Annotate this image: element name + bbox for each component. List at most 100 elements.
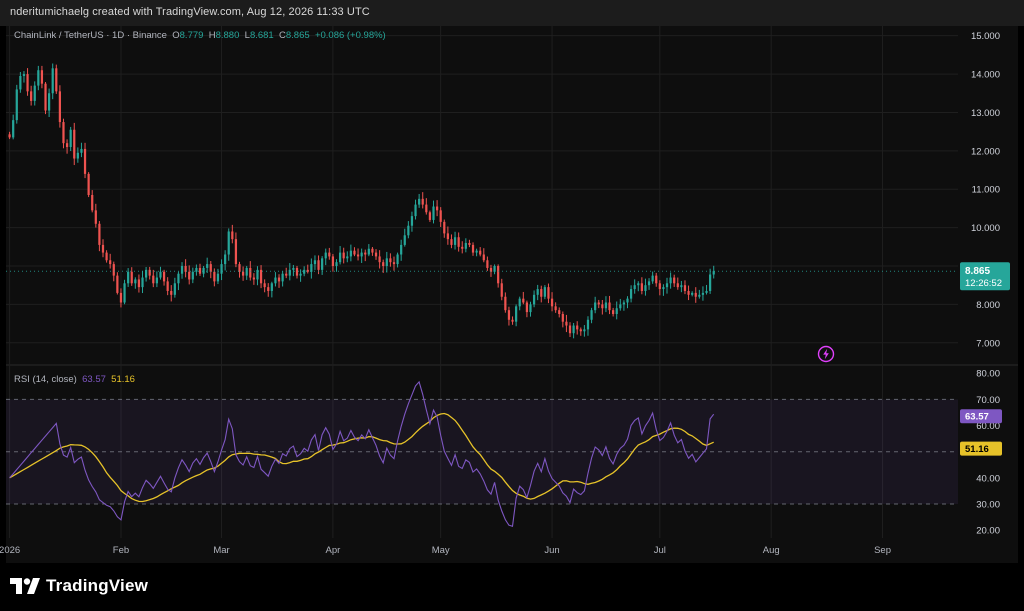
candle-body — [709, 274, 712, 291]
candle-body — [608, 302, 611, 311]
tradingview-logo-icon — [10, 578, 40, 594]
x-tick-label: Aug — [763, 545, 780, 556]
candle-body — [234, 239, 238, 265]
candle-body — [180, 266, 184, 274]
candle-body — [162, 271, 166, 282]
candle-body — [515, 306, 518, 322]
x-tick-label: Jul — [654, 545, 666, 556]
candle-body — [583, 329, 586, 332]
candle-body — [450, 239, 453, 245]
candle-body — [665, 283, 669, 288]
candle-body — [374, 252, 378, 257]
candle-body — [119, 292, 123, 303]
candle-body — [586, 319, 590, 330]
candle-body — [475, 250, 478, 253]
candle-body — [486, 260, 489, 268]
candle-body — [633, 285, 636, 290]
candle-body — [152, 275, 155, 284]
candle-body — [622, 302, 626, 305]
chart-svg[interactable]: 2026 Feb Mar Apr May Jun Jul Aug Sep 15.000 14.000… — [0, 0, 1024, 563]
candle-body — [619, 304, 622, 309]
candle-body — [500, 283, 503, 297]
candle-body — [303, 269, 306, 274]
candle-body — [65, 143, 69, 148]
low-value: 8.681 — [249, 30, 274, 41]
candle-body — [55, 68, 58, 92]
candle-body — [73, 129, 76, 159]
candle-body — [335, 262, 338, 267]
candle-body — [310, 264, 313, 272]
candle-body — [694, 292, 697, 297]
candle-body — [109, 260, 112, 265]
rsi-label[interactable]: RSI (14, close) — [14, 374, 77, 385]
open-label: O — [172, 30, 180, 41]
candle-body — [461, 246, 464, 249]
candle-body — [188, 271, 191, 280]
candle-body — [274, 277, 277, 284]
candle-body — [30, 91, 33, 101]
close-value: 8.865 — [285, 30, 310, 41]
candle-body — [44, 83, 47, 111]
candle-body — [346, 256, 349, 259]
candle-body — [482, 254, 485, 261]
rsi-value-badge-text: 63.57 — [965, 412, 989, 423]
symbol-name[interactable]: ChainLink / TetherUS · 1D · Binance — [14, 30, 167, 41]
price-tick-label: 8.000 — [976, 300, 1000, 311]
candle-body — [558, 310, 561, 315]
candle-body — [428, 212, 432, 220]
candle-body — [400, 244, 403, 255]
candle-body — [80, 148, 83, 153]
candle-body — [479, 250, 482, 255]
x-tick-label: Mar — [213, 545, 229, 556]
candle-body — [626, 298, 629, 303]
candle-body — [518, 298, 521, 307]
candle-body — [177, 273, 180, 284]
candle-body — [382, 262, 385, 267]
candle-body — [432, 206, 435, 220]
candle-body — [8, 134, 11, 138]
candle-body — [497, 266, 500, 284]
candle-body — [604, 302, 608, 309]
candle-body — [705, 290, 708, 293]
candle-body — [565, 321, 568, 326]
x-tick-label: May — [432, 545, 450, 556]
candle-body — [378, 256, 381, 263]
candle-body — [130, 271, 133, 284]
candle-body — [511, 319, 514, 322]
candle-body — [19, 75, 22, 90]
x-tick-label: Sep — [874, 545, 891, 556]
lightning-alert-icon[interactable] — [817, 345, 835, 363]
candle-body — [277, 277, 281, 282]
candle-body — [698, 294, 701, 297]
candle-body — [159, 271, 162, 278]
candle-body — [338, 252, 342, 263]
candle-body — [292, 267, 295, 270]
candle-body — [687, 290, 690, 295]
candle-body — [331, 256, 335, 267]
candle-body — [601, 304, 604, 309]
candle-body — [471, 244, 475, 253]
candle-body — [396, 254, 399, 265]
candle-body — [170, 290, 173, 295]
rsi-tick-label: 80.00 — [976, 369, 1000, 380]
tradingview-logo[interactable]: TradingView — [10, 576, 148, 596]
price-tick-label: 12.000 — [971, 146, 1000, 157]
candle-body — [127, 271, 130, 284]
candle-body — [98, 223, 101, 245]
candle-body — [51, 68, 54, 94]
candle-body — [669, 277, 672, 284]
candle-body — [245, 267, 248, 276]
candle-body — [141, 277, 144, 288]
candle-body — [155, 277, 158, 284]
candle-body — [579, 329, 582, 332]
candle-body — [640, 283, 643, 291]
candlestick-series — [6, 63, 958, 339]
candle-body — [58, 91, 62, 123]
rsi-legend[interactable]: RSI (14, close) 63.57 51.16 — [14, 374, 135, 385]
candle-body — [12, 120, 15, 138]
candle-body — [389, 258, 392, 263]
price-tick-label: 7.000 — [976, 338, 1000, 349]
candle-body — [392, 262, 396, 265]
candle-body — [281, 273, 284, 282]
symbol-ohlc-legend[interactable]: ChainLink / TetherUS · 1D · Binance O8.7… — [14, 30, 386, 41]
